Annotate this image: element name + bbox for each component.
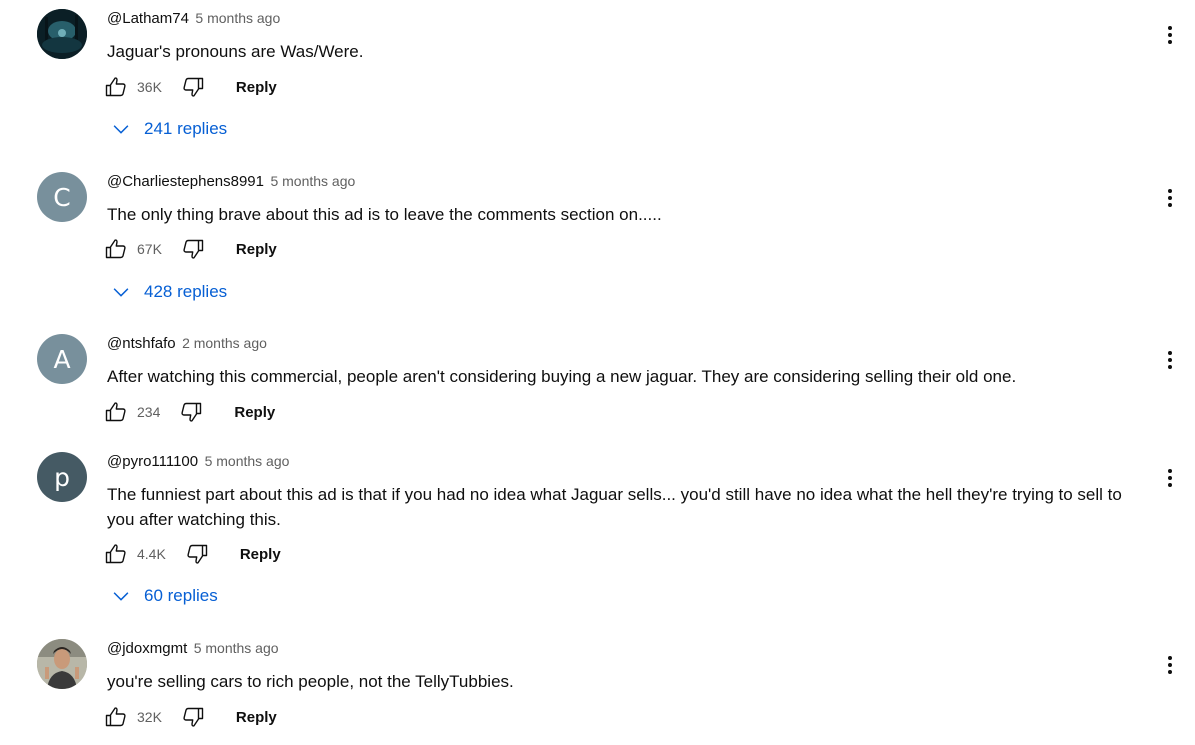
avatar-letter: A	[53, 344, 71, 374]
comment-actions: 36K Reply	[103, 74, 277, 100]
avatar[interactable]	[37, 9, 87, 59]
view-replies-button[interactable]: 428 replies	[110, 281, 227, 303]
comment-header: @jdoxmgmt 5 months ago	[107, 640, 279, 658]
more-vertical-icon	[1158, 23, 1182, 47]
like-button[interactable]	[103, 399, 129, 425]
avatar[interactable]: A	[37, 334, 87, 384]
avatar[interactable]	[37, 639, 87, 689]
comment-header: @pyro111100 5 months ago	[107, 453, 289, 471]
thumbs-up-icon	[104, 705, 128, 729]
author-name[interactable]: @Latham74	[107, 10, 189, 27]
chevron-down-icon	[110, 118, 132, 140]
like-count: 4.4K	[137, 546, 166, 562]
comment-time[interactable]: 5 months ago	[205, 453, 290, 469]
like-count: 36K	[137, 79, 162, 95]
dark-forest-avatar-image	[37, 9, 87, 59]
like-count: 32K	[137, 709, 162, 725]
thumbs-up-icon	[104, 542, 128, 566]
reply-button[interactable]: Reply	[236, 241, 277, 258]
replies-count-label: 241 replies	[144, 119, 228, 138]
more-vertical-icon	[1158, 348, 1182, 372]
like-count: 234	[137, 404, 161, 420]
thumbs-down-icon	[185, 542, 209, 566]
dislike-button[interactable]	[180, 74, 206, 100]
comment-header: @ntshfafo 2 months ago	[107, 335, 267, 353]
more-vertical-icon	[1158, 653, 1182, 677]
view-replies-button[interactable]: 241 replies	[110, 118, 227, 140]
dislike-button[interactable]	[180, 704, 206, 730]
more-vertical-icon	[1158, 186, 1182, 210]
comment-actions: 67K Reply	[103, 236, 277, 262]
thumbs-up-icon	[104, 237, 128, 261]
author-name[interactable]: @Charliestephens8991	[107, 173, 264, 190]
thumbs-up-icon	[104, 75, 128, 99]
reply-button[interactable]: Reply	[234, 404, 275, 421]
thumbs-down-icon	[181, 705, 205, 729]
author-name[interactable]: @jdoxmgmt	[107, 640, 187, 657]
comment-actions: 4.4K Reply	[103, 541, 281, 567]
view-replies-button[interactable]: 60 replies	[110, 585, 218, 607]
replies-count-label: 60 replies	[144, 586, 218, 605]
comment-time[interactable]: 5 months ago	[195, 10, 280, 26]
avatar-letter: p	[54, 462, 70, 492]
thumbs-down-icon	[181, 75, 205, 99]
avatar[interactable]: p	[37, 452, 87, 502]
like-button[interactable]	[103, 74, 129, 100]
person-photo-avatar-image	[37, 639, 87, 689]
comment-text: After watching this commercial, people a…	[107, 367, 1017, 386]
thumbs-up-icon	[104, 400, 128, 424]
comment-time[interactable]: 5 months ago	[270, 173, 355, 189]
like-button[interactable]	[103, 541, 129, 567]
comment-menu-button[interactable]	[1158, 186, 1182, 210]
replies-count-label: 428 replies	[144, 282, 228, 301]
comment-menu-button[interactable]	[1158, 653, 1182, 677]
comment-time[interactable]: 2 months ago	[182, 335, 267, 351]
chevron-down-icon	[110, 281, 132, 303]
chevron-down-icon	[110, 585, 132, 607]
comment-menu-button[interactable]	[1158, 466, 1182, 490]
comment-text: Jaguar's pronouns are Was/Were.	[107, 42, 364, 61]
comment-menu-button[interactable]	[1158, 348, 1182, 372]
comment-menu-button[interactable]	[1158, 23, 1182, 47]
comment-header: @Charliestephens8991 5 months ago	[107, 173, 355, 191]
avatar[interactable]: C	[37, 172, 87, 222]
reply-button[interactable]: Reply	[240, 546, 281, 563]
dislike-button[interactable]	[180, 236, 206, 262]
comment-actions: 32K Reply	[103, 704, 277, 730]
like-button[interactable]	[103, 704, 129, 730]
reply-button[interactable]: Reply	[236, 709, 277, 726]
comment-text: you're selling cars to rich people, not …	[107, 672, 514, 691]
comment-actions: 234 Reply	[103, 399, 275, 425]
like-count: 67K	[137, 241, 162, 257]
comment-time[interactable]: 5 months ago	[194, 640, 279, 656]
comment-text: The funniest part about this ad is that …	[107, 485, 1122, 529]
avatar-letter: C	[53, 182, 71, 212]
dislike-button[interactable]	[178, 399, 204, 425]
like-button[interactable]	[103, 236, 129, 262]
more-vertical-icon	[1158, 466, 1182, 490]
dislike-button[interactable]	[184, 541, 210, 567]
comment-text: The only thing brave about this ad is to…	[107, 205, 662, 224]
author-name[interactable]: @pyro111100	[107, 453, 198, 470]
reply-button[interactable]: Reply	[236, 79, 277, 96]
author-name[interactable]: @ntshfafo	[107, 335, 176, 352]
comment-header: @Latham74 5 months ago	[107, 10, 280, 28]
thumbs-down-icon	[179, 400, 203, 424]
thumbs-down-icon	[181, 237, 205, 261]
